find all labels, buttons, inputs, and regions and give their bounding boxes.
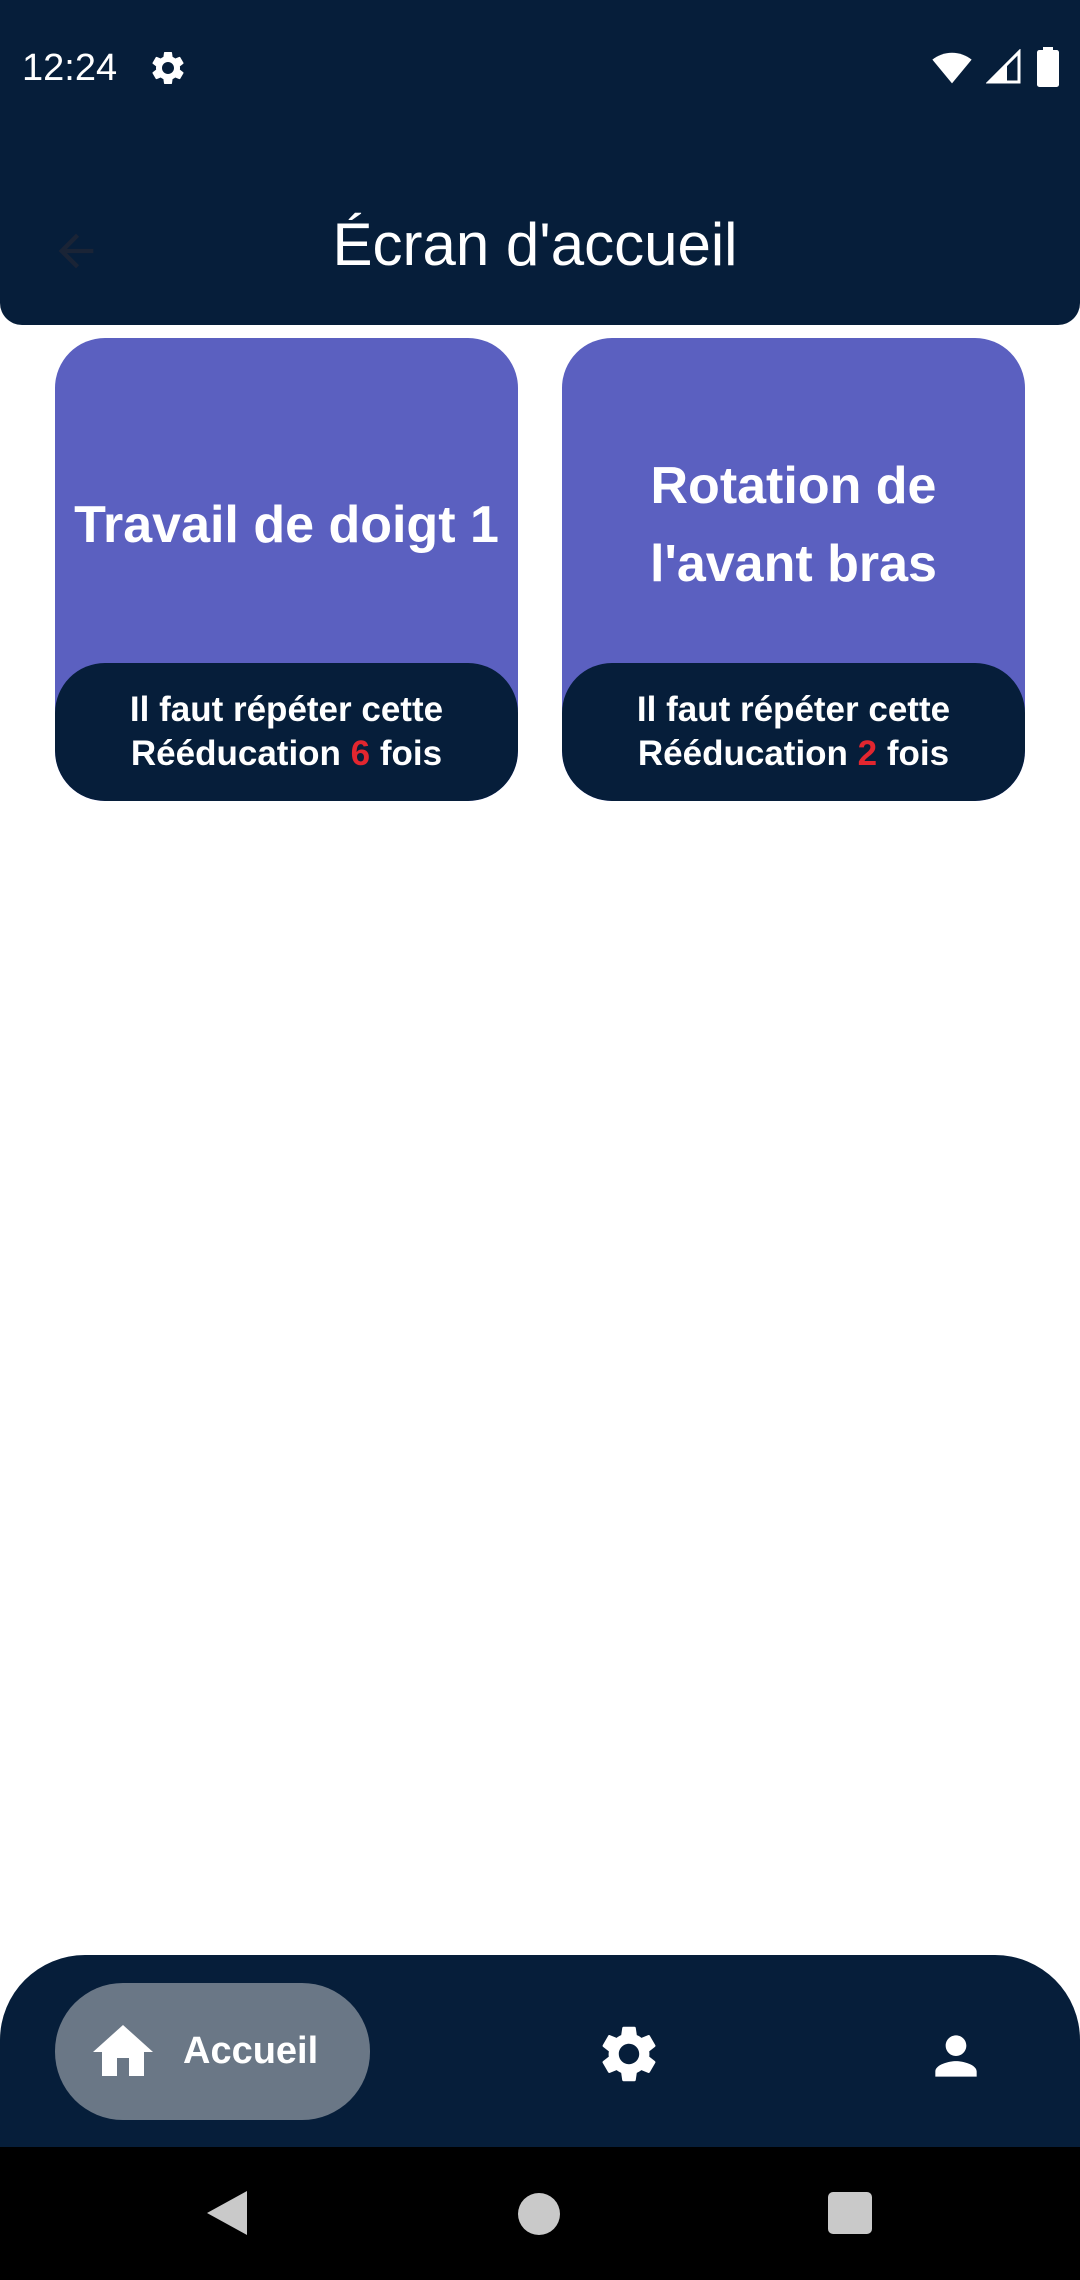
screen: 12:24 Écran d'accueil Travail de doigt 1 [0,0,1080,2280]
repeat-count: 6 [350,734,371,773]
footer-word: Rééducation [637,734,848,773]
exercise-card[interactable]: Rotation de l'avant bras Il faut répéter… [562,338,1025,801]
system-nav-bar [0,2147,1080,2280]
home-icon [93,2024,153,2076]
page-title: Écran d'accueil [332,211,738,278]
wifi-icon [932,52,972,84]
circle-home-icon[interactable] [518,2193,560,2235]
app-bar: Écran d'accueil [0,135,1080,325]
status-icons [932,46,1060,88]
card-footer: Il faut répéter cette Rééducation 6 fois [55,663,518,801]
card-title: Rotation de l'avant bras [650,457,937,593]
card-title: Travail de doigt 1 [74,496,499,554]
card-footer-line-1: Il faut répéter cette [129,690,444,729]
status-time: 12:24 [22,47,118,89]
exercise-card[interactable]: Travail de doigt 1 Il faut répéter cette… [55,338,518,801]
status-bar: 12:24 [0,0,1080,135]
card-footer-line-1: Il faut répéter cette [636,690,951,729]
person-icon[interactable] [925,2025,987,2087]
bottom-nav: Accueil [0,1955,1080,2147]
gear-icon [152,51,184,84]
square-recents-icon[interactable] [828,2192,872,2234]
footer-suffix: fois [886,734,950,773]
nav-home-label: Accueil [183,2030,319,2072]
battery-icon [1037,47,1059,87]
repeat-count: 2 [857,734,878,773]
footer-word: Rééducation [130,734,341,773]
nav-home-button[interactable]: Accueil [55,1983,370,2120]
triangle-back-icon[interactable] [205,2189,249,2237]
card-footer-line-2: Rééducation 2 fois [638,732,949,776]
footer-suffix: fois [379,734,443,773]
gear-icon[interactable] [595,2020,663,2088]
signal-icon [986,49,1021,84]
card-footer: Il faut répéter cette Rééducation 2 fois [562,663,1025,801]
card-footer-line-2: Rééducation 6 fois [131,732,442,776]
